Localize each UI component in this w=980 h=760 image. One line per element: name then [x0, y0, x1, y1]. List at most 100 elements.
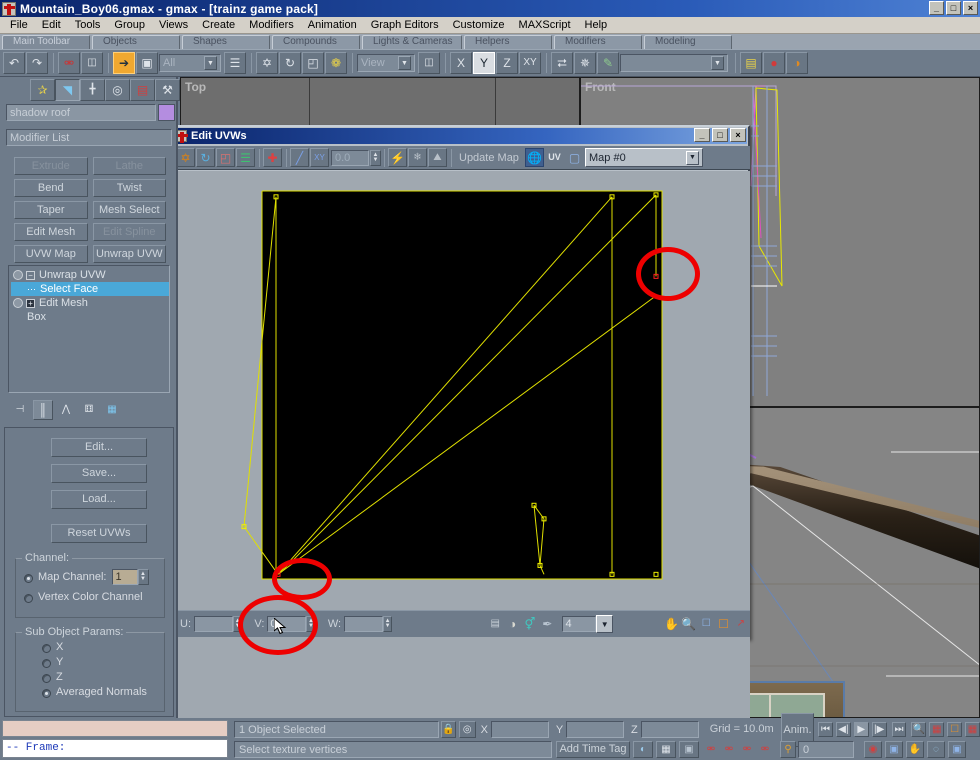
sub-object-averaged-normals-radio[interactable]	[42, 688, 51, 698]
reference-coordinate-combo[interactable]: View ▼	[357, 54, 415, 72]
uv-canvas[interactable]	[241, 190, 663, 580]
chevron-down-icon-2[interactable]: ▼	[398, 56, 411, 70]
select-and-move-icon[interactable]: ✡	[256, 52, 278, 74]
select-and-rotate-icon[interactable]: ↻	[279, 52, 301, 74]
move-icon[interactable]: ✡	[176, 148, 195, 167]
map-channel-row[interactable]: Map Channel: 1 ▲ ▼	[24, 569, 162, 585]
display-tab[interactable]: ▤	[130, 79, 155, 101]
sub-object-x-row[interactable]: X	[42, 641, 63, 653]
tab-compounds[interactable]: Compounds	[272, 35, 360, 49]
key-tool-4-icon[interactable]: ⚮	[756, 741, 774, 758]
menu-item-edit[interactable]: Edit	[35, 18, 68, 32]
weld-threshold-spinner[interactable]: ▲ ▼	[370, 149, 381, 166]
edit-uvws-dialog[interactable]: Edit UVWs _ □ × ✡ ↻ ◰ ☰ ✚ ╱ XY 0.0 ▲ ▼ ⚡ …	[170, 125, 750, 734]
light-bulb-icon-2[interactable]	[13, 298, 23, 308]
select-region-icon[interactable]: ▣	[136, 52, 158, 74]
zoom-tool-icon[interactable]: 🔍	[911, 722, 927, 737]
window-maximize-button[interactable]: □	[946, 1, 961, 15]
detach-edge-icon[interactable]: XY	[310, 148, 329, 167]
restrict-z-button[interactable]: Z	[496, 52, 518, 74]
tab-modifiers[interactable]: Modifiers	[554, 35, 642, 49]
align-icon[interactable]: ✵	[574, 52, 596, 74]
listener-input-pane[interactable]	[2, 720, 228, 737]
key-filters-icon[interactable]: ◉	[864, 741, 882, 758]
select-object-icon[interactable]: ➔	[113, 52, 135, 74]
zoom-extents-icon[interactable]: ☐	[947, 722, 963, 737]
make-unique-icon[interactable]: ⋀	[56, 400, 76, 420]
sub-object-y-radio[interactable]	[42, 658, 51, 668]
key-tool-2-icon[interactable]: ⚮	[720, 741, 738, 758]
key-mode-toggle-icon[interactable]: ◐	[633, 741, 653, 758]
save-button[interactable]: Save...	[51, 464, 147, 483]
modify-tab[interactable]: ◥	[55, 79, 80, 101]
manipulate-icon[interactable]: ❁	[325, 52, 347, 74]
modifier-button-extrude[interactable]: Extrude	[14, 157, 88, 175]
update-map-label[interactable]: Update Map	[459, 152, 521, 164]
map-channel-spinner[interactable]: ▲ ▼	[137, 569, 149, 585]
menu-item-graph-editors[interactable]: Graph Editors	[364, 18, 446, 32]
zoom-region-icon[interactable]: ☐	[698, 615, 714, 634]
select-by-name-icon[interactable]: ☰	[224, 52, 246, 74]
map-channel-field[interactable]: 1	[111, 569, 138, 585]
stack-item-select-face[interactable]: ⋯ Select Face	[11, 282, 169, 296]
unlink-selection-icon[interactable]: ◫	[81, 52, 103, 74]
zoom-icon[interactable]: 🔍	[681, 615, 697, 634]
menu-item-group[interactable]: Group	[107, 18, 152, 32]
listener-output-pane[interactable]: -- Frame:	[2, 739, 228, 758]
modifier-button-mesh-select[interactable]: Mesh Select	[92, 201, 166, 219]
filter-icon[interactable]: ⚡	[388, 148, 407, 167]
restrict-y-button[interactable]: Y	[473, 52, 495, 74]
w-spinner[interactable]: ▲ ▼	[382, 616, 393, 632]
edit-button[interactable]: Edit...	[51, 438, 147, 457]
modifier-button-taper[interactable]: Taper	[14, 201, 88, 219]
modifier-button-twist[interactable]: Twist	[92, 179, 166, 197]
layer-manager-icon[interactable]: ▤	[740, 52, 762, 74]
map-channel-radio[interactable]	[24, 573, 33, 583]
next-frame-icon[interactable]: |▶	[871, 722, 887, 737]
add-time-tag-button[interactable]: Add Time Tag	[556, 741, 630, 758]
object-color-swatch[interactable]	[158, 104, 175, 121]
create-tab[interactable]: ✰	[30, 79, 55, 101]
tab-shapes[interactable]: Shapes	[182, 35, 270, 49]
reset-uvws-button[interactable]: Reset UVWs	[51, 524, 147, 543]
menu-item-modifiers[interactable]: Modifiers	[242, 18, 301, 32]
chevron-down-icon-3[interactable]: ▼	[711, 56, 724, 70]
texture-icon[interactable]: ◑	[504, 615, 520, 634]
window-minimize-button[interactable]: _	[929, 1, 944, 15]
sub-object-x-radio[interactable]	[42, 643, 51, 653]
rect-icon[interactable]: ▢	[565, 148, 584, 167]
select-and-link-icon[interactable]: ⚮	[58, 52, 80, 74]
chevron-down-icon-map[interactable]: ▼	[686, 150, 699, 165]
configure-modifier-sets-icon[interactable]: ▦	[102, 400, 122, 420]
pin-stack-icon[interactable]: ⊣	[10, 400, 30, 420]
maxscript-listener[interactable]: -- Frame:	[0, 718, 230, 760]
zoom-all-icon[interactable]: ▦	[929, 722, 945, 737]
zoom-extents-selected-icon[interactable]: ↗	[733, 615, 749, 634]
w-field[interactable]	[344, 616, 383, 632]
u-spinner[interactable]: ▲ ▼	[232, 616, 243, 632]
expand-plus-icon[interactable]: +	[26, 298, 35, 308]
stack-item-box[interactable]: Box	[11, 310, 169, 324]
modifier-button-edit-spline[interactable]: Edit Spline	[92, 223, 166, 241]
freeze-icon[interactable]: ❄	[408, 148, 427, 167]
modifier-stack-list[interactable]: − Unwrap UVW ⋯ Select Face + Edit Mesh B…	[8, 265, 170, 393]
edit-uvws-maximize-button[interactable]: □	[712, 128, 728, 142]
modifier-button-edit-mesh[interactable]: Edit Mesh	[14, 223, 88, 241]
zoom-extents-all-icon[interactable]: ▦	[965, 722, 980, 737]
thermometer-icon[interactable]: ⚥	[522, 615, 538, 634]
edit-uvws-minimize-button[interactable]: _	[694, 128, 710, 142]
set-key-icon[interactable]: ▣	[679, 741, 699, 758]
maximize-viewport-icon[interactable]: ▣	[948, 741, 966, 758]
tab-modeling[interactable]: Modeling	[644, 35, 732, 49]
pan-icon[interactable]: ✋	[663, 615, 679, 634]
region-zoom-icon[interactable]: ▣	[885, 741, 903, 758]
break-icon[interactable]: ╱	[290, 148, 309, 167]
vertex-color-channel-radio[interactable]	[24, 593, 33, 603]
key-icon[interactable]: ⚲	[780, 741, 796, 758]
v-spinner[interactable]: ▲ ▼	[306, 616, 316, 632]
show-end-result-icon[interactable]: ║	[33, 400, 53, 420]
tab-main-toolbar[interactable]: Main Toolbar	[2, 35, 90, 49]
mirror-icon-uvw[interactable]: ☰	[236, 148, 255, 167]
tile-field[interactable]: 4	[562, 616, 596, 632]
key-tool-1-icon[interactable]: ⚮	[702, 741, 720, 758]
